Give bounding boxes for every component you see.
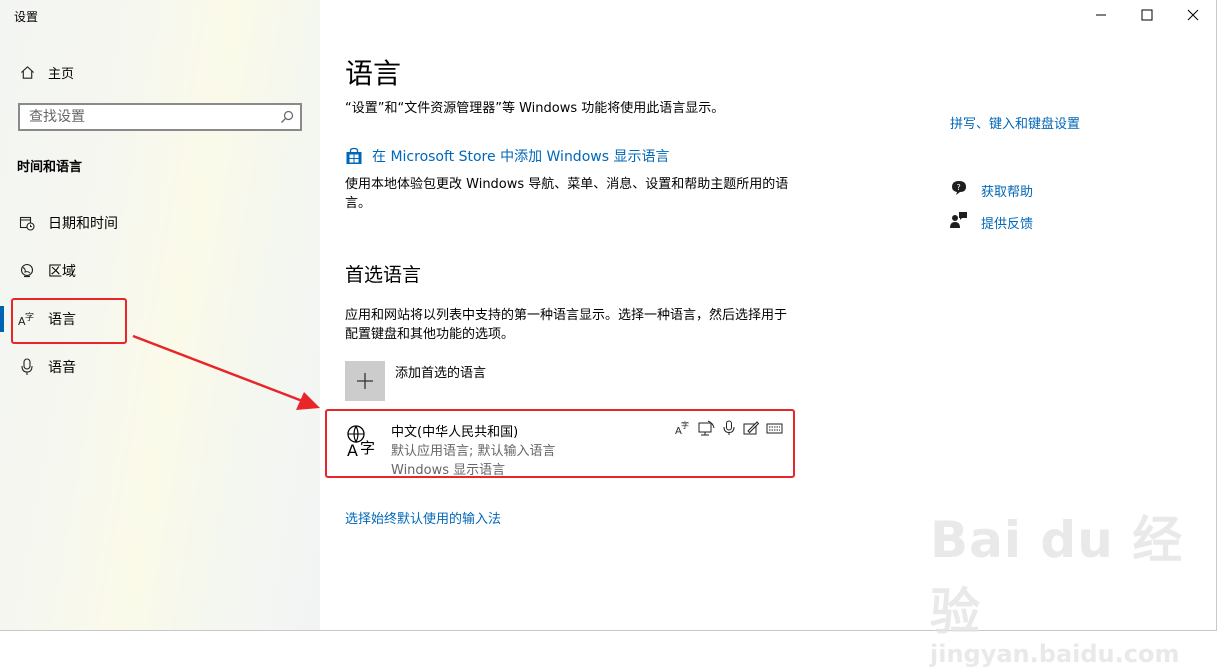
watermark: Bai du 经验 jingyan.baidu.com (930, 500, 1219, 668)
watermark-brand: Bai du 经验 (930, 511, 1184, 641)
watermark-url: jingyan.baidu.com (930, 640, 1180, 668)
